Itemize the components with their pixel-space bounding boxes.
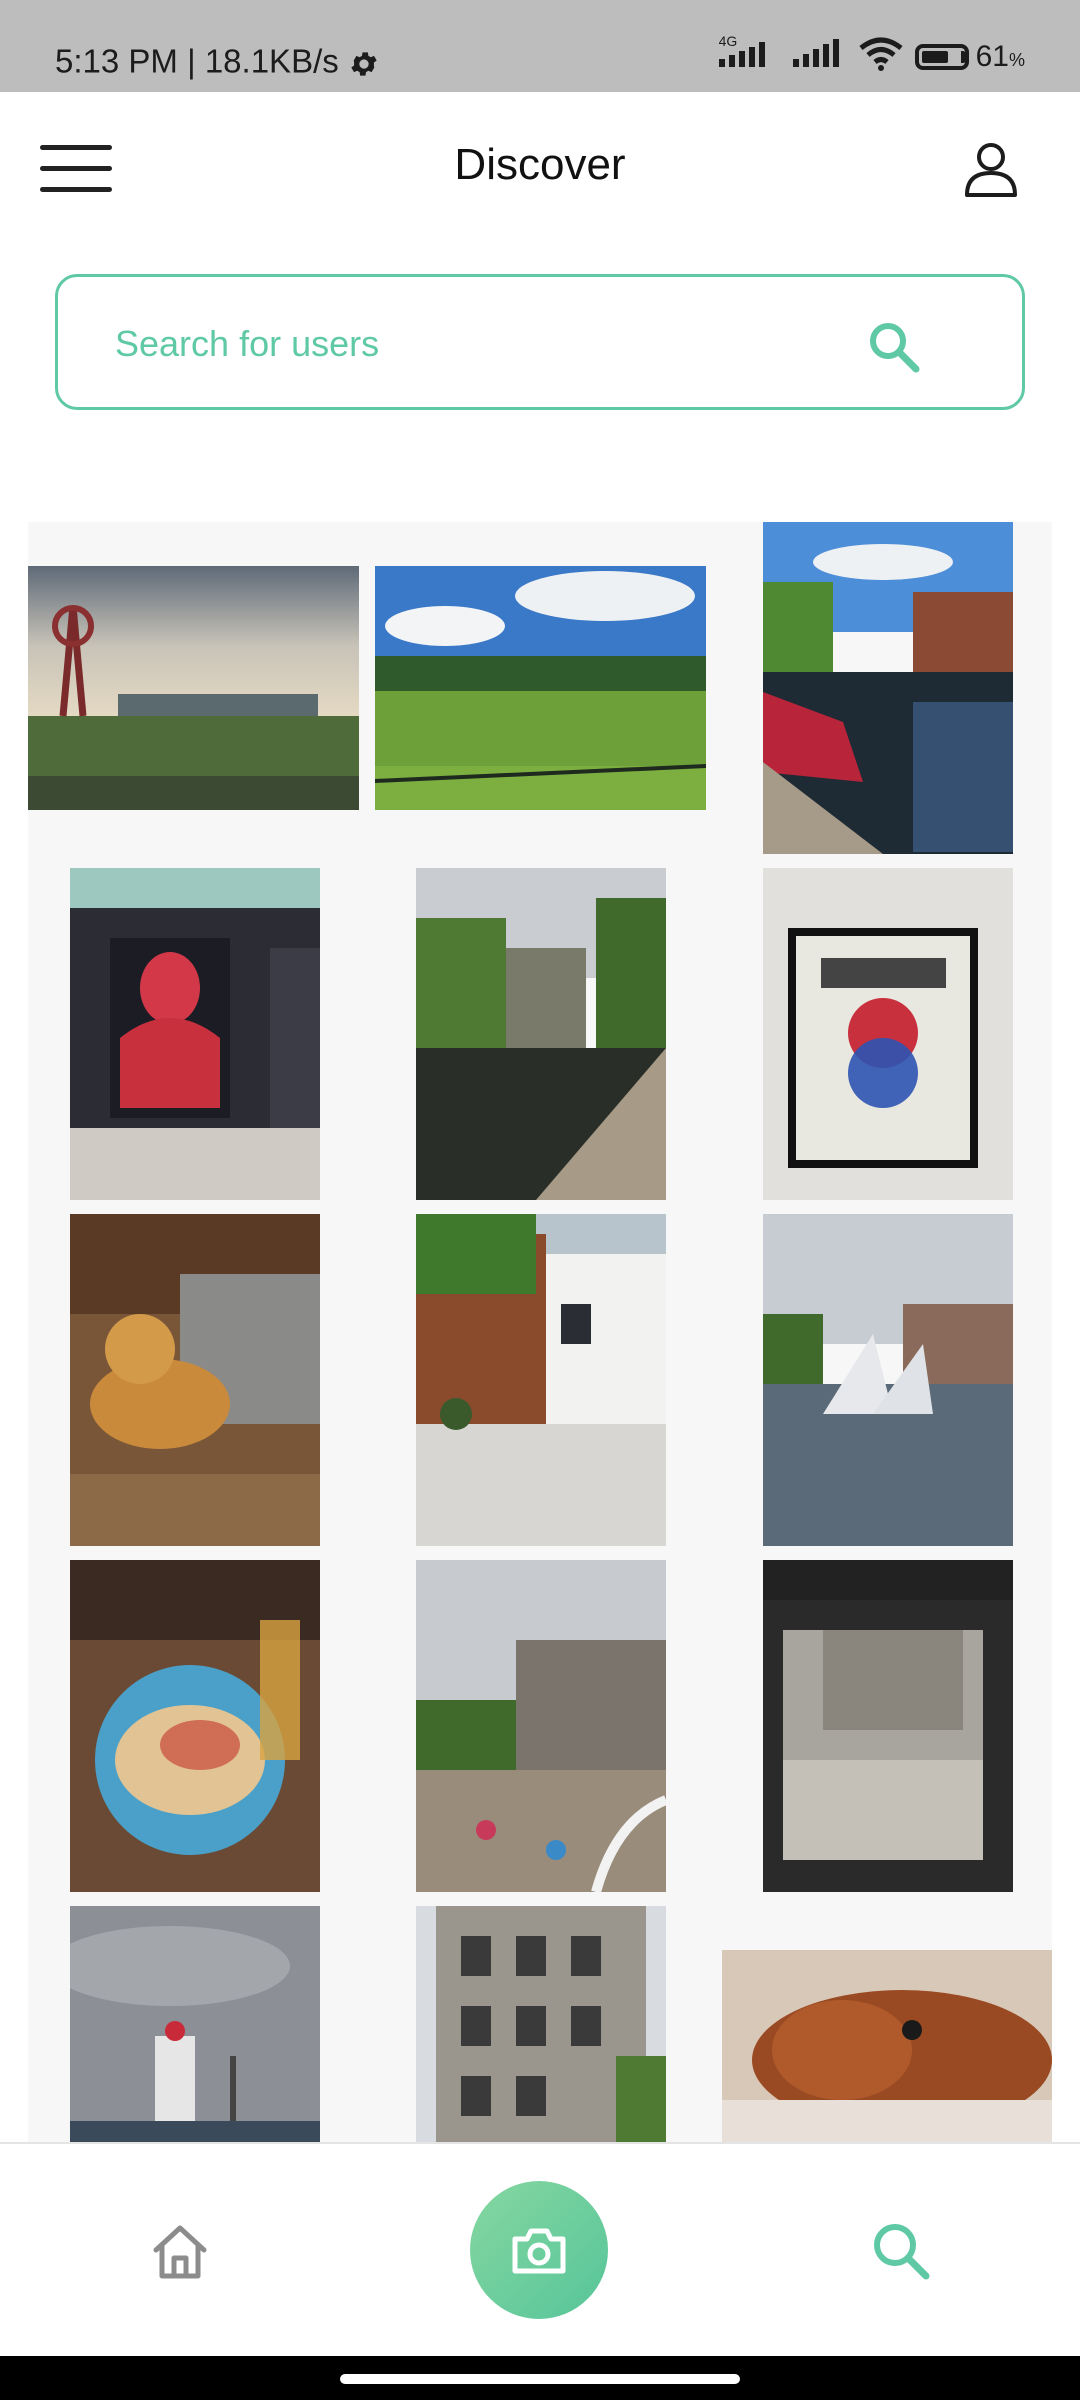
status-speed: 18.1KB/s	[204, 42, 339, 80]
camera-icon	[512, 2228, 566, 2274]
photo-tile[interactable]	[70, 1214, 320, 1546]
photo-tile[interactable]	[763, 1214, 1013, 1546]
photo-tile[interactable]	[70, 1906, 320, 2142]
nav-home-button[interactable]	[150, 2222, 210, 2280]
search-button[interactable]	[866, 319, 922, 375]
photo-tile[interactable]	[722, 1950, 1052, 2142]
photo-tile[interactable]	[375, 566, 706, 810]
battery-icon	[914, 43, 969, 70]
status-right: 4G 61%	[718, 33, 1025, 77]
person-icon	[965, 143, 1017, 197]
status-separator: |	[187, 42, 205, 80]
search-icon	[870, 323, 920, 373]
search-input[interactable]	[113, 315, 877, 373]
profile-button[interactable]	[962, 140, 1020, 198]
wifi-icon	[857, 36, 905, 77]
home-icon	[153, 2225, 207, 2279]
photo-tile[interactable]	[416, 1214, 666, 1546]
photo-tile[interactable]	[28, 566, 359, 810]
search-icon	[874, 2224, 930, 2280]
nav-search-button[interactable]	[870, 2220, 932, 2282]
photo-tile[interactable]	[763, 868, 1013, 1200]
battery-percent: 61%	[975, 39, 1025, 73]
photo-tile[interactable]	[70, 868, 320, 1200]
status-time: 5:13 PM	[55, 42, 178, 80]
photo-tile[interactable]	[763, 1560, 1013, 1892]
home-indicator[interactable]	[340, 2374, 740, 2384]
status-bar: 5:13 PM | 18.1KB/s 4G 61%	[0, 0, 1080, 92]
page-title: Discover	[454, 140, 626, 189]
cellular-signal-2-icon	[792, 39, 847, 74]
camera-button[interactable]	[470, 2181, 608, 2319]
photo-tile[interactable]	[416, 1560, 666, 1892]
status-left: 5:13 PM | 18.1KB/s	[55, 40, 380, 80]
search-box	[55, 274, 1025, 410]
system-navigation-bar	[0, 2356, 1080, 2400]
photo-grid	[28, 522, 1052, 2142]
gear-icon	[348, 42, 380, 79]
network-type-label: 4G	[718, 33, 738, 49]
photo-tile[interactable]	[70, 1560, 320, 1892]
cellular-signal-icon: 4G	[718, 33, 783, 74]
bottom-navigation	[0, 2142, 1080, 2358]
photo-tile[interactable]	[416, 1906, 666, 2142]
photo-tile[interactable]	[416, 868, 666, 1200]
photo-tile[interactable]	[763, 522, 1013, 854]
